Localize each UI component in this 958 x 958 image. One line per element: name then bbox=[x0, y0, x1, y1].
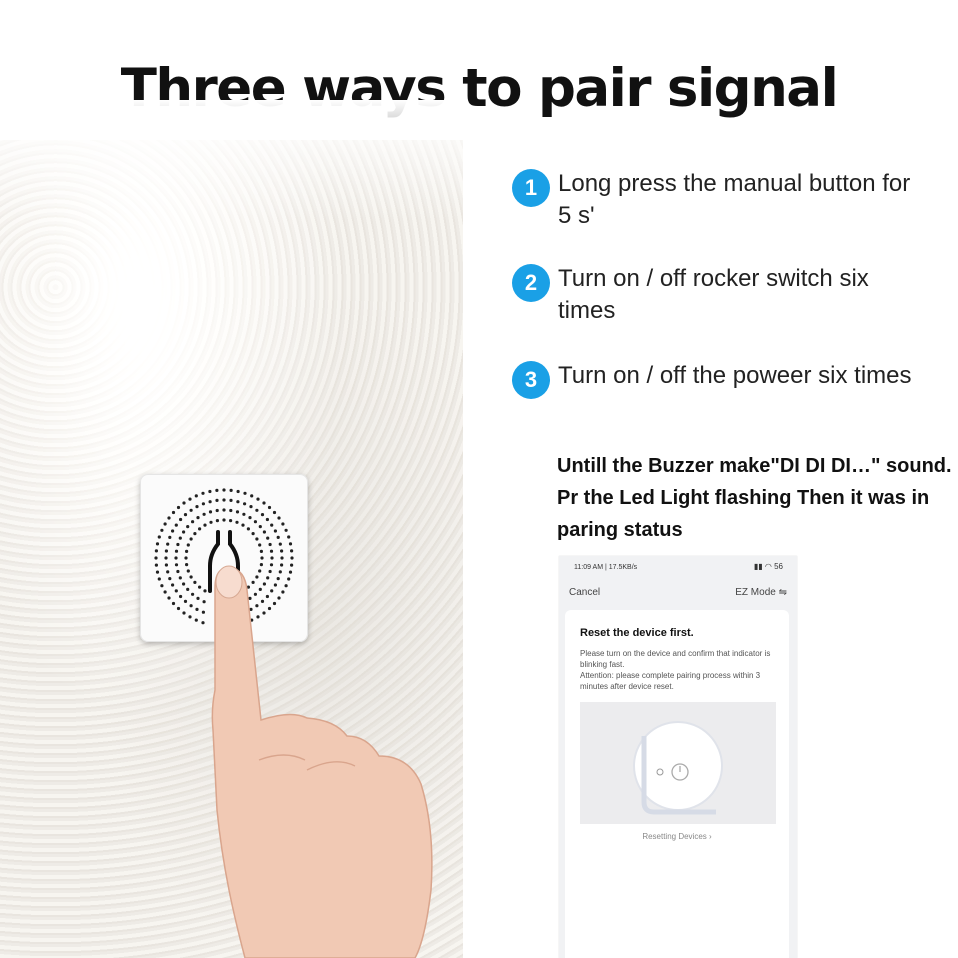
step-number-badge: 2 bbox=[512, 264, 550, 302]
step-text: Long press the manual button for 5 s' bbox=[558, 170, 911, 229]
reset-card: Reset the device first. Please turn on t… bbox=[565, 610, 789, 958]
step-2: 2 Turn on / off rocker switch six times bbox=[512, 263, 922, 327]
wifi-icon: ◠ bbox=[764, 562, 772, 571]
mode-label: EZ Mode bbox=[735, 587, 776, 598]
signal-icon: ▮▮ bbox=[753, 562, 763, 571]
mode-selector[interactable]: EZ Mode ⇋ bbox=[735, 587, 787, 598]
battery-icon: 56 bbox=[774, 562, 783, 571]
card-instructions: Please turn on the device and confirm th… bbox=[580, 649, 771, 669]
status-bar-icons: ▮▮ ◠ 56 bbox=[754, 562, 783, 571]
step-text: Turn on / off the poweer six times bbox=[558, 362, 912, 389]
finger-image bbox=[211, 565, 433, 958]
step-text: Turn on / off rocker switch six times bbox=[558, 265, 869, 324]
status-bar-time: 11:09 AM | 17.5KB/s bbox=[574, 564, 638, 571]
wall-fade bbox=[0, 100, 463, 220]
swap-icon: ⇋ bbox=[778, 587, 787, 598]
step-1: 1 Long press the manual button for 5 s' bbox=[512, 168, 922, 232]
pairing-note: Untill the Buzzer make"DI DI DI…" sound.… bbox=[557, 455, 952, 541]
device-illustration bbox=[580, 702, 776, 824]
card-title: Reset the device first. bbox=[580, 627, 694, 639]
phone-screenshot: 11:09 AM | 17.5KB/s ▮▮ ◠ 56 Cancel EZ Mo… bbox=[559, 556, 797, 958]
step-3: 3 Turn on / off the poweer six times bbox=[512, 360, 922, 399]
resetting-devices-link[interactable]: Resetting Devices › bbox=[565, 832, 789, 841]
step-number-badge: 3 bbox=[512, 361, 550, 399]
step-number-badge: 1 bbox=[512, 169, 550, 207]
card-attention: Attention: please complete pairing proce… bbox=[580, 671, 761, 691]
cancel-button[interactable]: Cancel bbox=[569, 587, 600, 598]
